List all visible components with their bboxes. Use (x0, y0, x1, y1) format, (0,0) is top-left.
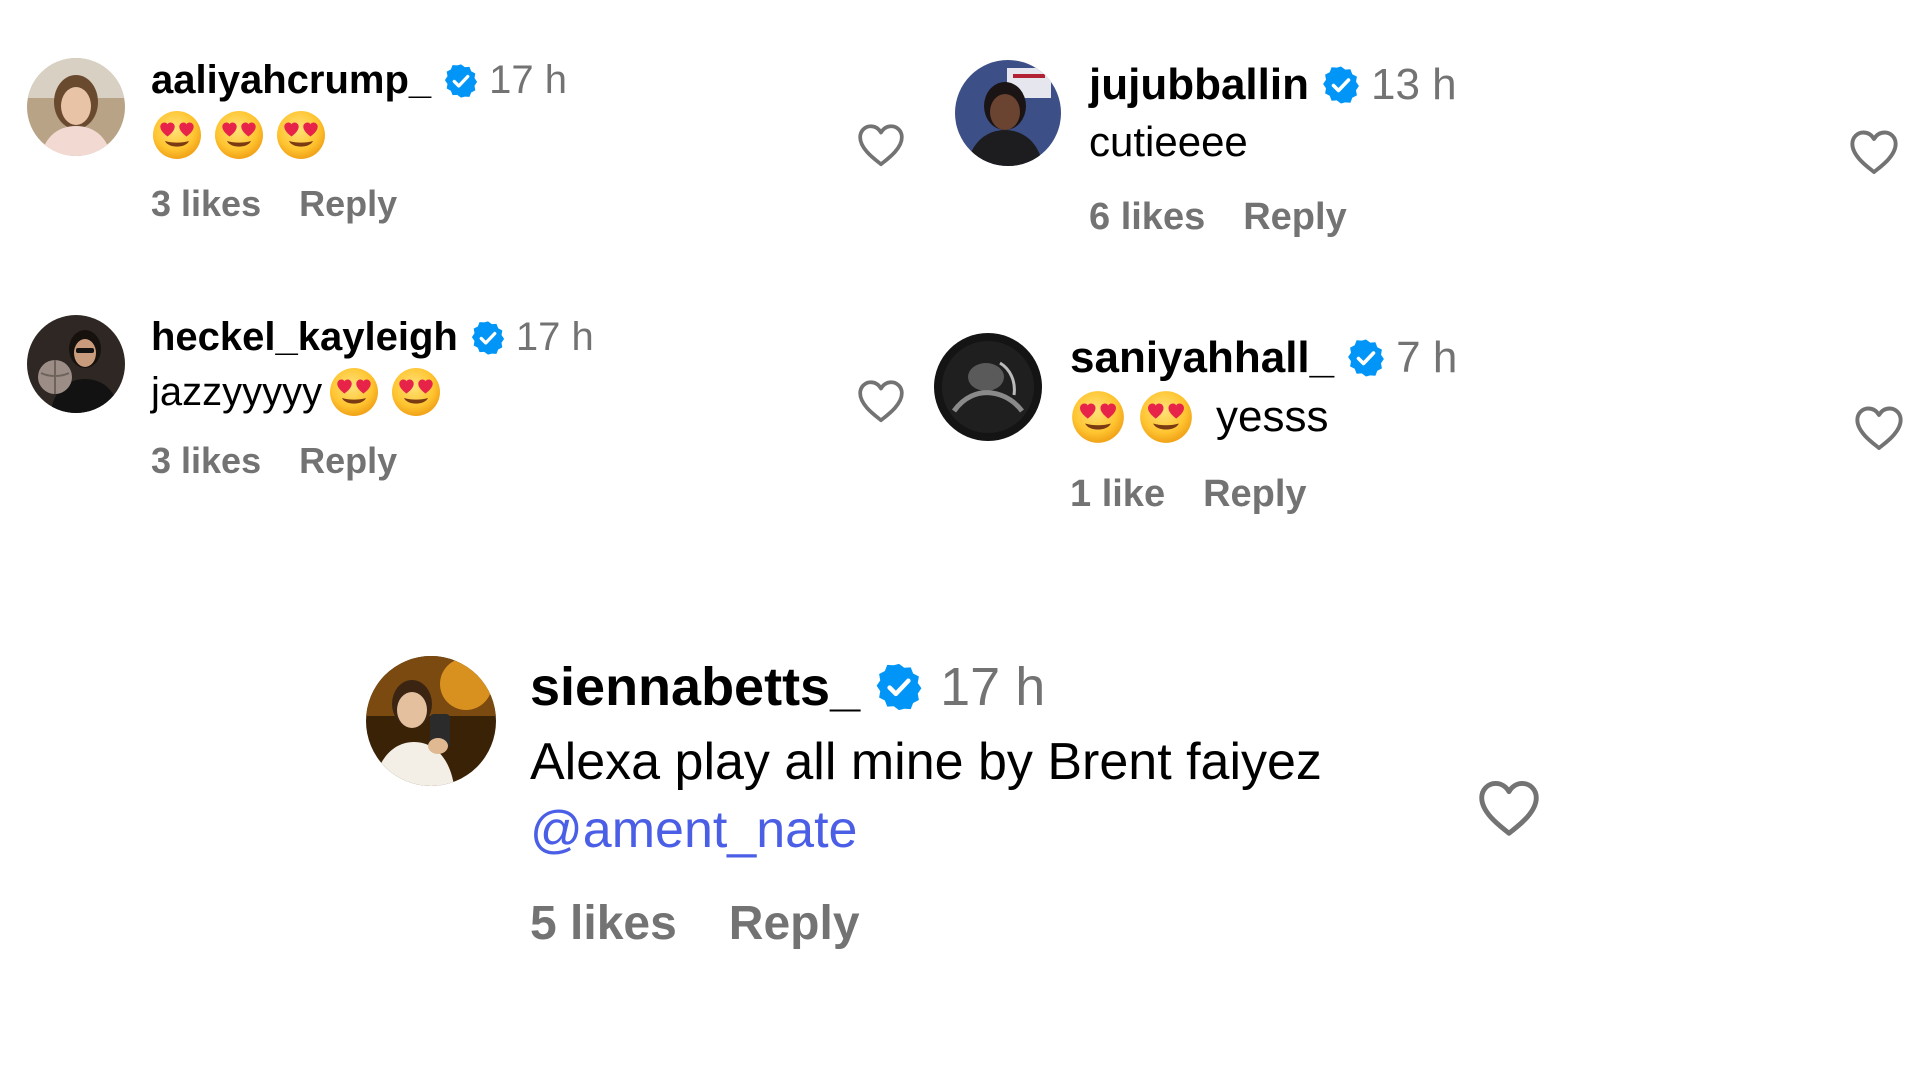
likes-count[interactable]: 6 likes (1089, 196, 1205, 239)
timestamp[interactable]: 17 h (489, 58, 567, 103)
comment-header: jujubballin 13 h (1089, 60, 1457, 110)
comment-body: aaliyahcrump_ 17 h 3 likes Reply (151, 58, 567, 225)
username[interactable]: jujubballin (1089, 60, 1309, 110)
heart-eyes-emoji (328, 366, 380, 418)
comment-header: aaliyahcrump_ 17 h (151, 58, 567, 103)
comment-actions: 5 likes Reply (530, 896, 1322, 951)
timestamp[interactable]: 7 h (1396, 333, 1457, 383)
comment-body: siennabetts_ 17 h Alexa play all mine by… (530, 656, 1322, 951)
comment-text-content: jazzyyyyy (151, 369, 323, 414)
comment-actions: 6 likes Reply (1089, 196, 1457, 239)
comment-text: cutieeee (1089, 112, 1457, 172)
username[interactable]: siennabetts_ (530, 656, 860, 718)
heart-icon[interactable] (856, 122, 906, 168)
timestamp[interactable]: 17 h (940, 656, 1045, 718)
likes-count[interactable]: 1 like (1070, 473, 1165, 516)
heart-eyes-emoji (390, 366, 442, 418)
mention-link[interactable]: @ament_nate (530, 800, 1322, 860)
avatar[interactable] (366, 656, 496, 786)
avatar[interactable] (27, 315, 125, 413)
heart-icon[interactable] (1476, 778, 1542, 838)
avatar[interactable] (27, 58, 125, 156)
comment-text-content: yesss (1216, 392, 1329, 441)
comment-text-content: cutieeee (1089, 118, 1248, 165)
avatar[interactable] (934, 333, 1042, 441)
comment-header: siennabetts_ 17 h (530, 656, 1322, 718)
reply-button[interactable]: Reply (1203, 473, 1306, 516)
verified-badge-icon (1346, 338, 1386, 378)
comment-header: saniyahhall_ 7 h (1070, 333, 1457, 383)
comment-actions: 3 likes Reply (151, 440, 594, 482)
heart-eyes-emoji (1070, 389, 1126, 445)
verified-badge-icon (1321, 65, 1361, 105)
heart-eyes-emoji (1138, 389, 1194, 445)
reply-button[interactable]: Reply (729, 896, 860, 951)
reply-button[interactable]: Reply (299, 183, 397, 225)
comment-text: yesss (1070, 385, 1457, 449)
comment-body: heckel_kayleigh 17 h jazzyyyyy 3 likes R… (151, 315, 594, 482)
comment-body: jujubballin 13 h cutieeee 6 likes Reply (1089, 60, 1457, 239)
username[interactable]: saniyahhall_ (1070, 333, 1334, 383)
likes-count[interactable]: 5 likes (530, 896, 677, 951)
comment-body: saniyahhall_ 7 h yesss 1 like Reply (1070, 333, 1457, 516)
verified-badge-icon (874, 662, 924, 712)
heart-icon[interactable] (1853, 404, 1905, 452)
timestamp[interactable]: 13 h (1371, 60, 1457, 110)
comment-text-content: Alexa play all mine by Brent faiyez (530, 733, 1322, 791)
heart-eyes-emoji (275, 109, 327, 161)
heart-icon[interactable] (1848, 128, 1900, 176)
timestamp[interactable]: 17 h (516, 315, 594, 360)
verified-badge-icon (443, 63, 479, 99)
avatar[interactable] (955, 60, 1061, 166)
username[interactable]: heckel_kayleigh (151, 315, 458, 360)
reply-button[interactable]: Reply (299, 440, 397, 482)
verified-badge-icon (470, 320, 506, 356)
comment-text: jazzyyyyy (151, 362, 594, 422)
heart-eyes-emoji (213, 109, 265, 161)
likes-count[interactable]: 3 likes (151, 440, 261, 482)
username[interactable]: aaliyahcrump_ (151, 58, 431, 103)
comment-text (151, 105, 567, 165)
comment-header: heckel_kayleigh 17 h (151, 315, 594, 360)
comment-actions: 3 likes Reply (151, 183, 567, 225)
reply-button[interactable]: Reply (1243, 196, 1346, 239)
likes-count[interactable]: 3 likes (151, 183, 261, 225)
comment-actions: 1 like Reply (1070, 473, 1457, 516)
heart-icon[interactable] (856, 378, 906, 424)
heart-eyes-emoji (151, 109, 203, 161)
